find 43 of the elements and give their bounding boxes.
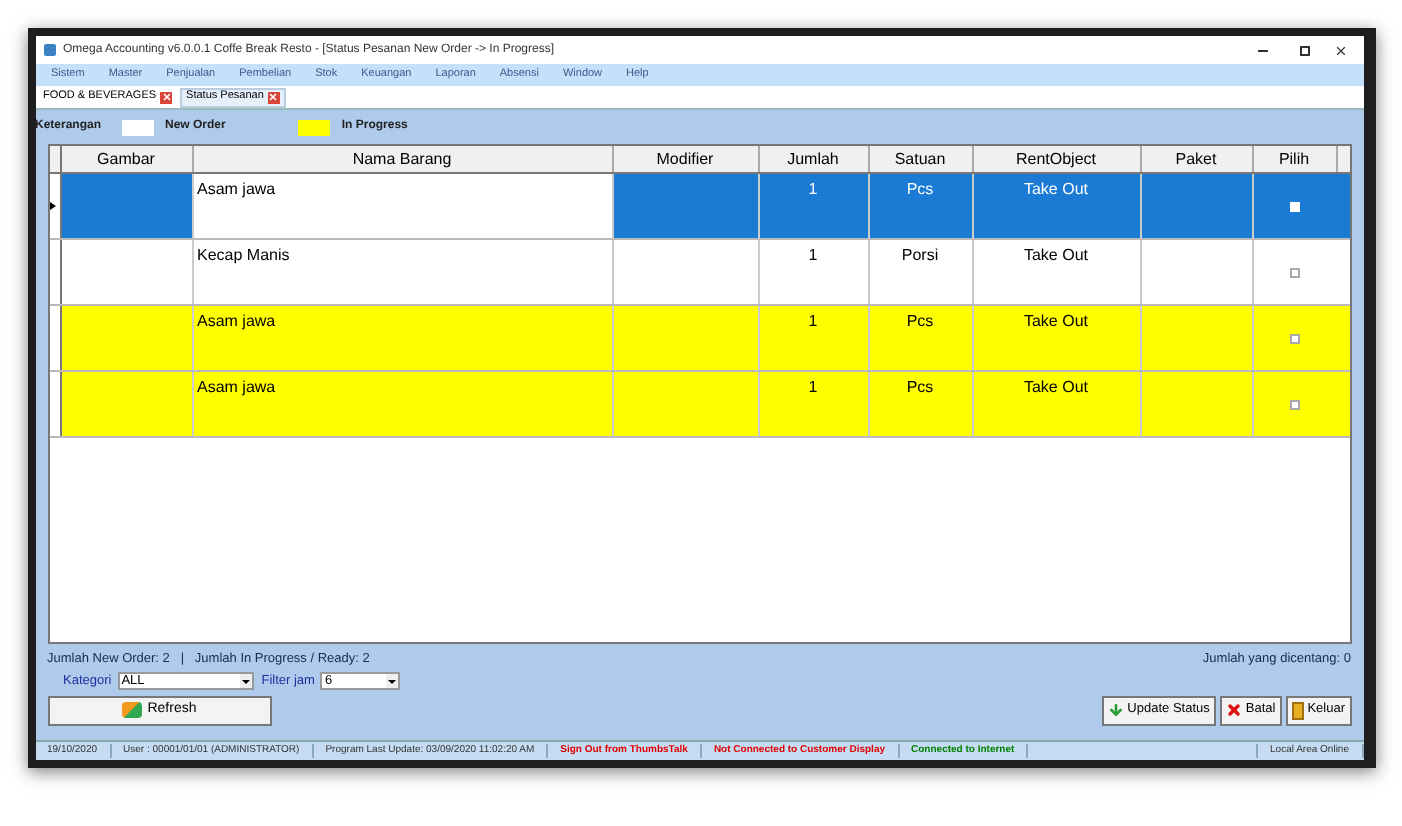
column-header[interactable]: Modifier: [613, 146, 759, 172]
checkbox[interactable]: [1290, 333, 1300, 343]
app-icon: [43, 44, 55, 56]
table-row[interactable]: Kecap Manis 1 Porsi Take Out: [49, 240, 1349, 306]
table-row[interactable]: Asam jawa 1 Pcs Take Out: [49, 306, 1349, 372]
table-cell: 1: [759, 240, 869, 304]
checkbox[interactable]: [1290, 267, 1300, 277]
table-cell: Take Out: [973, 174, 1141, 238]
table-cell: Take Out: [973, 306, 1141, 370]
table-cell: Porsi: [869, 240, 973, 304]
door-icon: [1291, 701, 1304, 719]
dropdown-arrow-icon: [239, 674, 252, 689]
table-cell: Kecap Manis: [193, 240, 613, 304]
table-cell: Asam jawa: [193, 306, 613, 370]
maximize-icon[interactable]: [1299, 45, 1309, 55]
table-cell: Asam jawa: [193, 372, 613, 436]
table-cell: 1: [759, 306, 869, 370]
dropdown-arrow-icon: [386, 674, 399, 689]
column-header[interactable]: Paket: [1141, 146, 1253, 172]
table-cell: Pcs: [869, 306, 973, 370]
table-cell: Take Out: [973, 372, 1141, 436]
table-cell: Pcs: [869, 174, 973, 238]
checkbox[interactable]: [1290, 399, 1300, 409]
column-header[interactable]: Pilih: [1253, 146, 1337, 172]
refresh-icon: [121, 702, 142, 718]
table-cell: Take Out: [973, 240, 1141, 304]
download-icon: [1107, 702, 1124, 718]
column-header[interactable]: Jumlah: [759, 146, 869, 172]
minimize-icon[interactable]: [1257, 49, 1267, 51]
row-header[interactable]: [49, 174, 61, 238]
table-row[interactable]: Asam jawa 1 Pcs Take Out: [49, 174, 1349, 240]
table-cell: 1: [759, 174, 869, 238]
table-cell: Asam jawa: [193, 174, 613, 238]
row-pointer-icon: [49, 202, 55, 210]
table-row[interactable]: Asam jawa 1 Pcs Take Out: [49, 372, 1349, 438]
column-header[interactable]: RentObject: [973, 146, 1141, 172]
close-icon[interactable]: [1333, 43, 1347, 57]
column-header[interactable]: Nama Barang: [193, 146, 613, 172]
table-cell: Pcs: [869, 372, 973, 436]
column-header[interactable]: Satuan: [869, 146, 973, 172]
column-header[interactable]: Gambar: [61, 146, 193, 172]
table-cell: 1: [759, 372, 869, 436]
cross-icon: [1225, 702, 1242, 718]
